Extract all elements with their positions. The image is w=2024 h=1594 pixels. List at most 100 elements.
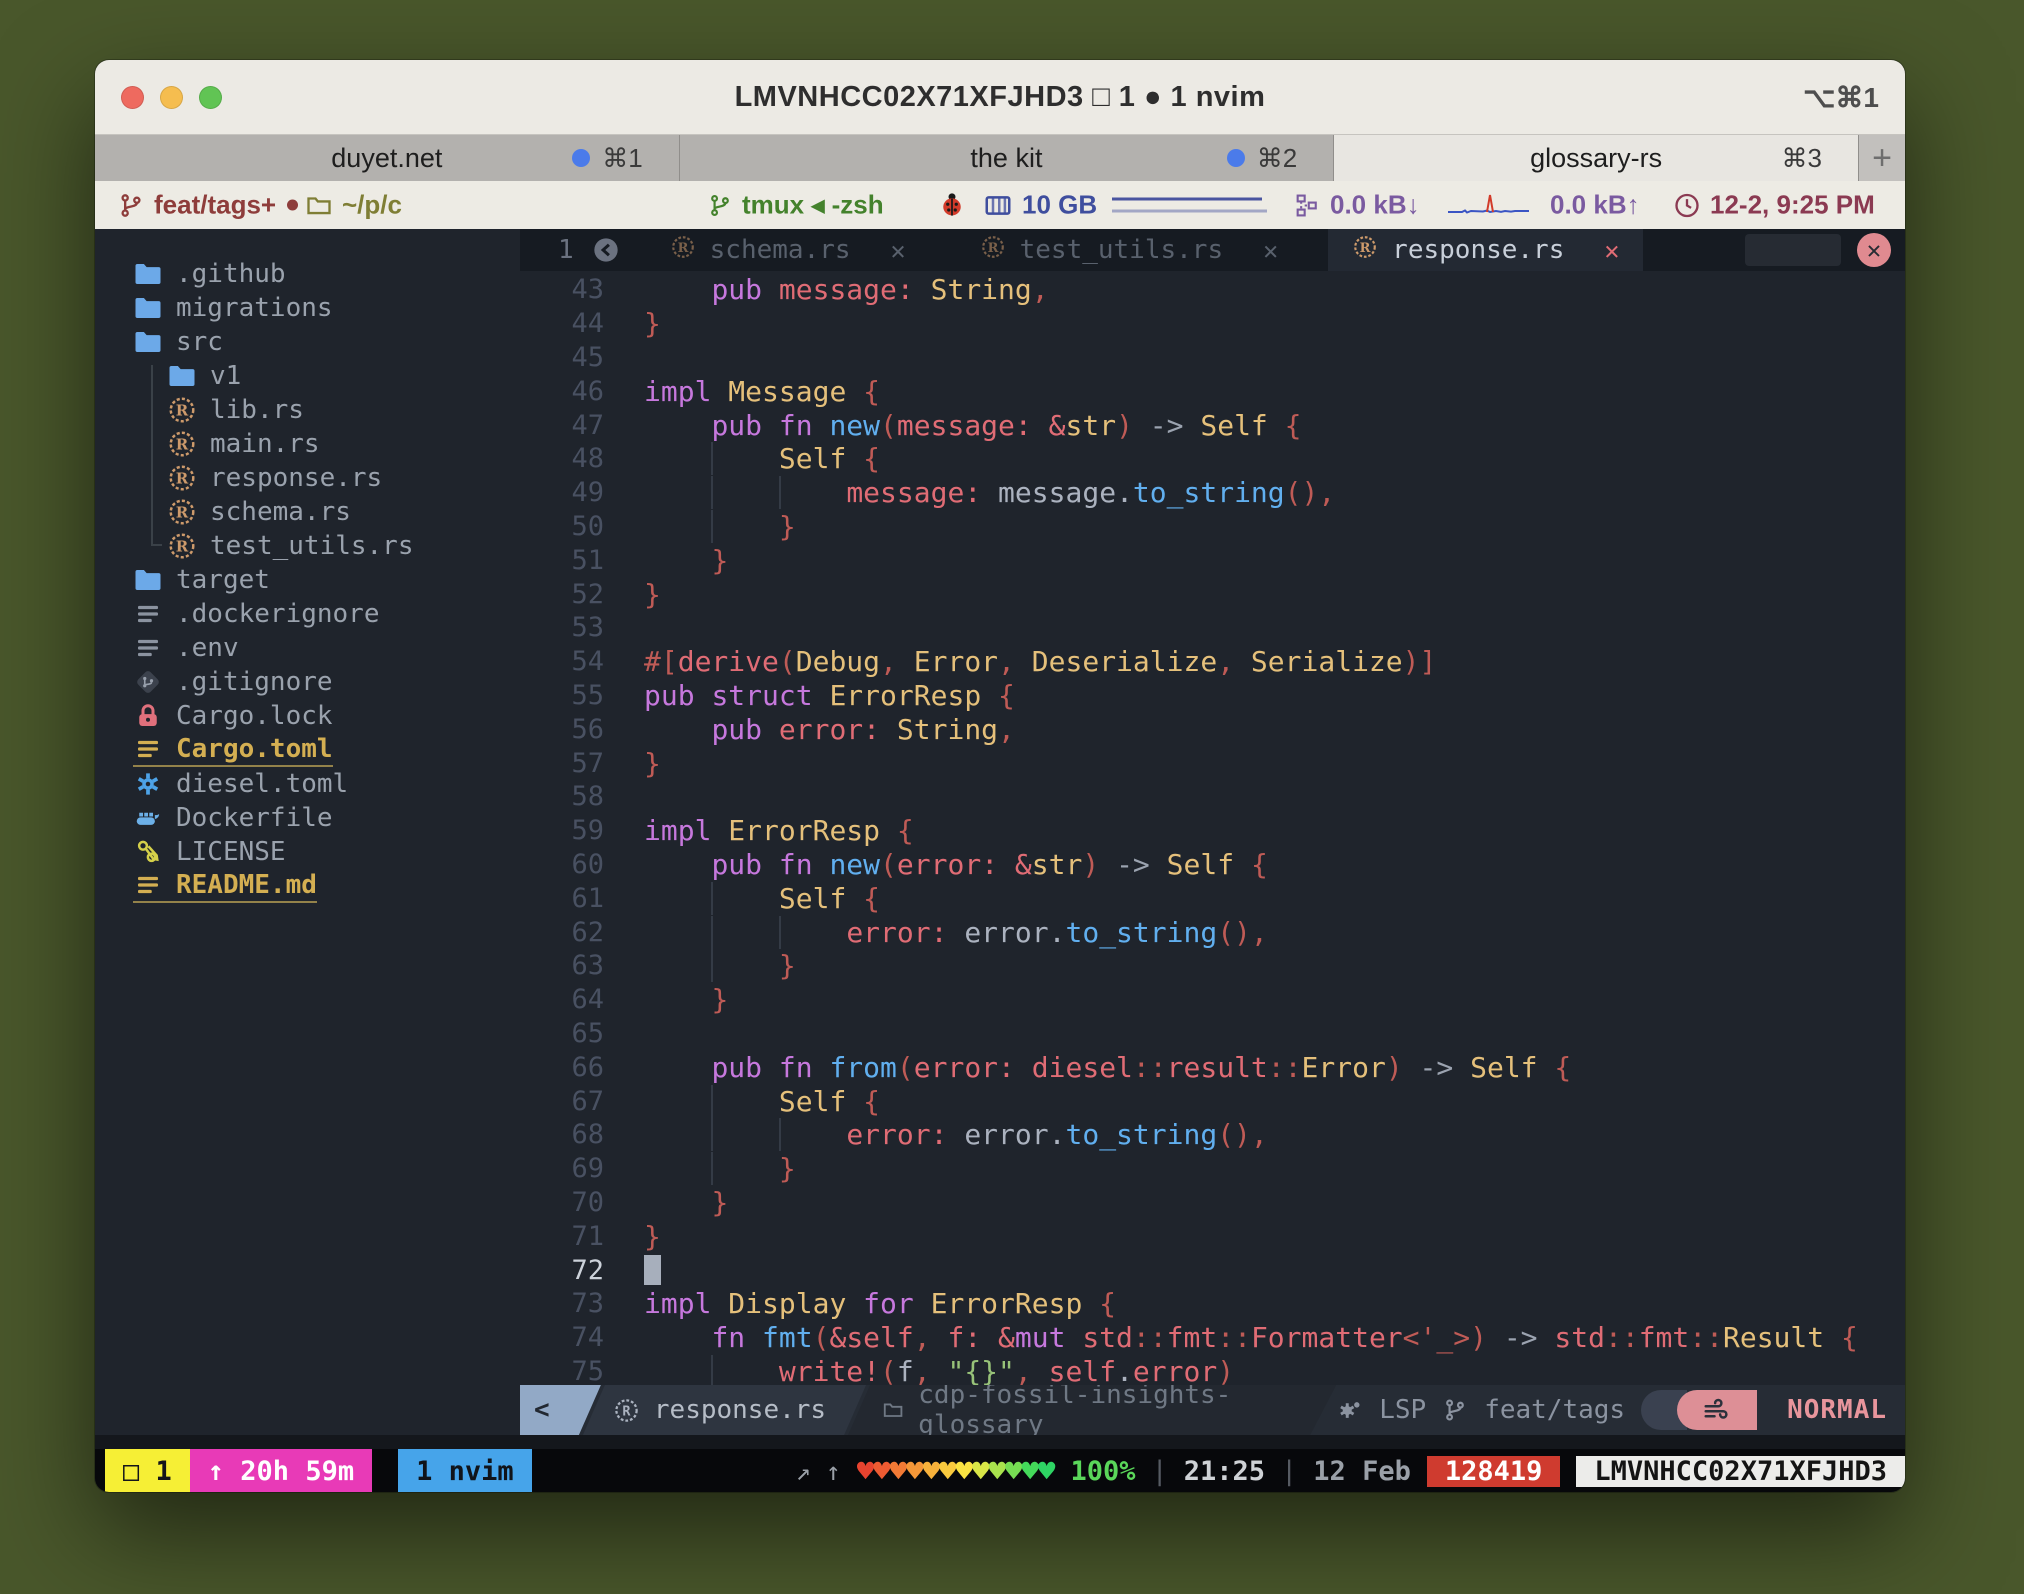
statusline-file-segment[interactable]: R response.rs (583, 1385, 866, 1435)
code-line-47[interactable]: 47 pub fn new(message: &str) -> Self { (520, 408, 1905, 442)
code-line-67[interactable]: 67 Self { (520, 1084, 1905, 1118)
code-line-66[interactable]: 66 pub fn from(error: diesel::result::Er… (520, 1050, 1905, 1084)
code-line-60[interactable]: 60 pub fn new(error: &str) -> Self { (520, 848, 1905, 882)
tree-item-label: .github (176, 259, 286, 289)
tree-item-lib-rs[interactable]: Rlib.rs (95, 393, 520, 427)
tree-item-Cargo-lock[interactable]: Cargo.lock (95, 699, 520, 733)
statusline-project-segment[interactable]: cdp-fossil-insights-glossary (848, 1385, 1336, 1435)
battery-percent: 100% (1070, 1456, 1135, 1487)
code-token: ( (880, 848, 897, 881)
macos-tab-duyet-net[interactable]: duyet.net⌘1 (95, 135, 680, 181)
tree-item--env[interactable]: .env (95, 631, 520, 665)
history-back-icon[interactable] (592, 236, 620, 264)
network-down-indicator[interactable]: 0.0 kB↓ (1293, 190, 1420, 221)
statusline-branch-label[interactable]: feat/tags (1484, 1395, 1625, 1425)
line-number: 54 (520, 646, 604, 677)
buffer-tab-test-utils-rs[interactable]: Rtest_utils.rs✕ (956, 229, 1303, 271)
close-buffer-icon[interactable]: ✕ (891, 236, 906, 265)
tmux-time: 21:25 (1184, 1456, 1265, 1487)
code-line-69[interactable]: 69 } (520, 1152, 1905, 1186)
code-token: . (1116, 476, 1133, 509)
indent-guide (711, 1085, 778, 1118)
code-line-74[interactable]: 74 fn fmt(&self, f: &mut std::fmt::Forma… (520, 1321, 1905, 1355)
close-buffer-icon[interactable]: ✕ (1263, 236, 1278, 265)
heart-icon: ♥ (1038, 1454, 1054, 1488)
code-line-75[interactable]: 75 write!(f, "{}", self.error) (520, 1355, 1905, 1386)
tree-item-schema-rs[interactable]: Rschema.rs (95, 495, 520, 529)
network-up-indicator[interactable]: 0.0 kB↑ (1550, 190, 1640, 221)
code-line-46[interactable]: 46impl Message { (520, 374, 1905, 408)
new-tab-button[interactable]: + (1859, 135, 1905, 181)
tmux-session-indicator[interactable]: tmux ◂ -zsh (707, 190, 884, 221)
tree-item--gitignore[interactable]: .gitignore (95, 665, 520, 699)
code-line-56[interactable]: 56 pub error: String, (520, 712, 1905, 746)
code-line-54[interactable]: 54#[derive(Debug, Error, Deserialize, Se… (520, 645, 1905, 679)
buffer-tab-schema-rs[interactable]: Rschema.rs✕ (646, 229, 930, 271)
code-line-61[interactable]: 61 Self { (520, 881, 1905, 915)
tree-item-main-rs[interactable]: Rmain.rs (95, 427, 520, 461)
window-titlebar[interactable]: LMVNHCC02X71XFJHD3 □ 1 ● 1 nvim ⌥⌘1 (95, 60, 1905, 135)
code-line-45[interactable]: 45 (520, 341, 1905, 375)
code-line-58[interactable]: 58 (520, 780, 1905, 814)
macos-tab-the-kit[interactable]: the kit⌘2 (680, 135, 1335, 181)
code-line-68[interactable]: 68 error: error.to_string(), (520, 1118, 1905, 1152)
tree-item-v1[interactable]: v1 (95, 359, 520, 393)
zoom-window-button[interactable] (199, 86, 222, 109)
battery-hearts: ♥♥♥♥♥♥♥♥♥♥♥♥ (857, 1454, 1055, 1488)
tree-item-response-rs[interactable]: Rresponse.rs (95, 461, 520, 495)
tree-item--dockerignore[interactable]: .dockerignore (95, 597, 520, 631)
code-line-63[interactable]: 63 } (520, 949, 1905, 983)
code-line-71[interactable]: 71} (520, 1219, 1905, 1253)
memory-indicator[interactable]: 10 GB (983, 190, 1262, 221)
buffer-tab-response-rs[interactable]: Rresponse.rs✕ (1328, 229, 1643, 271)
cwd-indicator[interactable]: ~/p/c (305, 190, 402, 221)
code-token: { (863, 442, 880, 475)
code-line-59[interactable]: 59impl ErrorResp { (520, 814, 1905, 848)
code-line-72[interactable]: 72 (520, 1253, 1905, 1287)
tree-item-test-utils-rs[interactable]: Rtest_utils.rs (95, 529, 520, 563)
code-token: fmt (762, 1321, 813, 1354)
close-all-buffers-button[interactable]: ✕ (1857, 233, 1891, 267)
code-line-51[interactable]: 51 } (520, 543, 1905, 577)
buffer-tab-label: schema.rs (710, 235, 851, 265)
code-line-49[interactable]: 49 message: message.to_string(), (520, 476, 1905, 510)
code-line-73[interactable]: 73impl Display for ErrorResp { (520, 1287, 1905, 1321)
tree-item-target[interactable]: target (95, 563, 520, 597)
clock-indicator[interactable]: 12-2, 9:25 PM (1673, 190, 1875, 221)
code-line-43[interactable]: 43 pub message: String, (520, 273, 1905, 307)
tree-item--github[interactable]: .github (95, 257, 520, 291)
code-line-48[interactable]: 48 Self { (520, 442, 1905, 476)
tree-item-LICENSE[interactable]: LICENSE (95, 835, 520, 869)
memory-label: 10 GB (1022, 190, 1097, 221)
code-line-57[interactable]: 57} (520, 746, 1905, 780)
code-line-65[interactable]: 65 (520, 1017, 1905, 1051)
tree-item-README-md[interactable]: README.md (95, 869, 520, 903)
tree-item-migrations[interactable]: migrations (95, 291, 520, 325)
code-line-50[interactable]: 50 } (520, 510, 1905, 544)
editor-pane: 1 Rschema.rs✕Rtest_utils.rs✕Rresponse.rs… (520, 229, 1905, 1435)
tree-item-Cargo-toml[interactable]: Cargo.toml (95, 733, 520, 767)
code-line-44[interactable]: 44} (520, 307, 1905, 341)
bug-indicator[interactable] (937, 190, 967, 220)
code-area[interactable]: 43 pub message: String,44}4546impl Messa… (520, 271, 1905, 1385)
minimize-window-button[interactable] (160, 86, 183, 109)
macos-tab-glossary-rs[interactable]: glossary-rs⌘3 (1334, 135, 1859, 181)
code-line-62[interactable]: 62 error: error.to_string(), (520, 915, 1905, 949)
code-token: std (1554, 1321, 1605, 1354)
code-line-70[interactable]: 70 } (520, 1186, 1905, 1220)
code-token: f (947, 1321, 964, 1354)
tmux-session-name[interactable]: 1 nvim (398, 1449, 532, 1492)
code-line-64[interactable]: 64 } (520, 983, 1905, 1017)
git-branch-indicator[interactable]: feat/tags+ (117, 190, 298, 221)
code-line-55[interactable]: 55pub struct ErrorResp { (520, 679, 1905, 713)
close-buffer-icon[interactable]: ✕ (1604, 236, 1619, 265)
code-token: ErrorResp (931, 1287, 1100, 1320)
tree-item-diesel-toml[interactable]: diesel.toml (95, 767, 520, 801)
tree-item-Dockerfile[interactable]: Dockerfile (95, 801, 520, 835)
code-line-53[interactable]: 53 (520, 611, 1905, 645)
tree-item-src[interactable]: src (95, 325, 520, 359)
tmux-window-index[interactable]: □ 1 (105, 1449, 190, 1492)
lsp-label[interactable]: LSP (1379, 1395, 1426, 1425)
close-window-button[interactable] (121, 86, 144, 109)
code-line-52[interactable]: 52} (520, 577, 1905, 611)
